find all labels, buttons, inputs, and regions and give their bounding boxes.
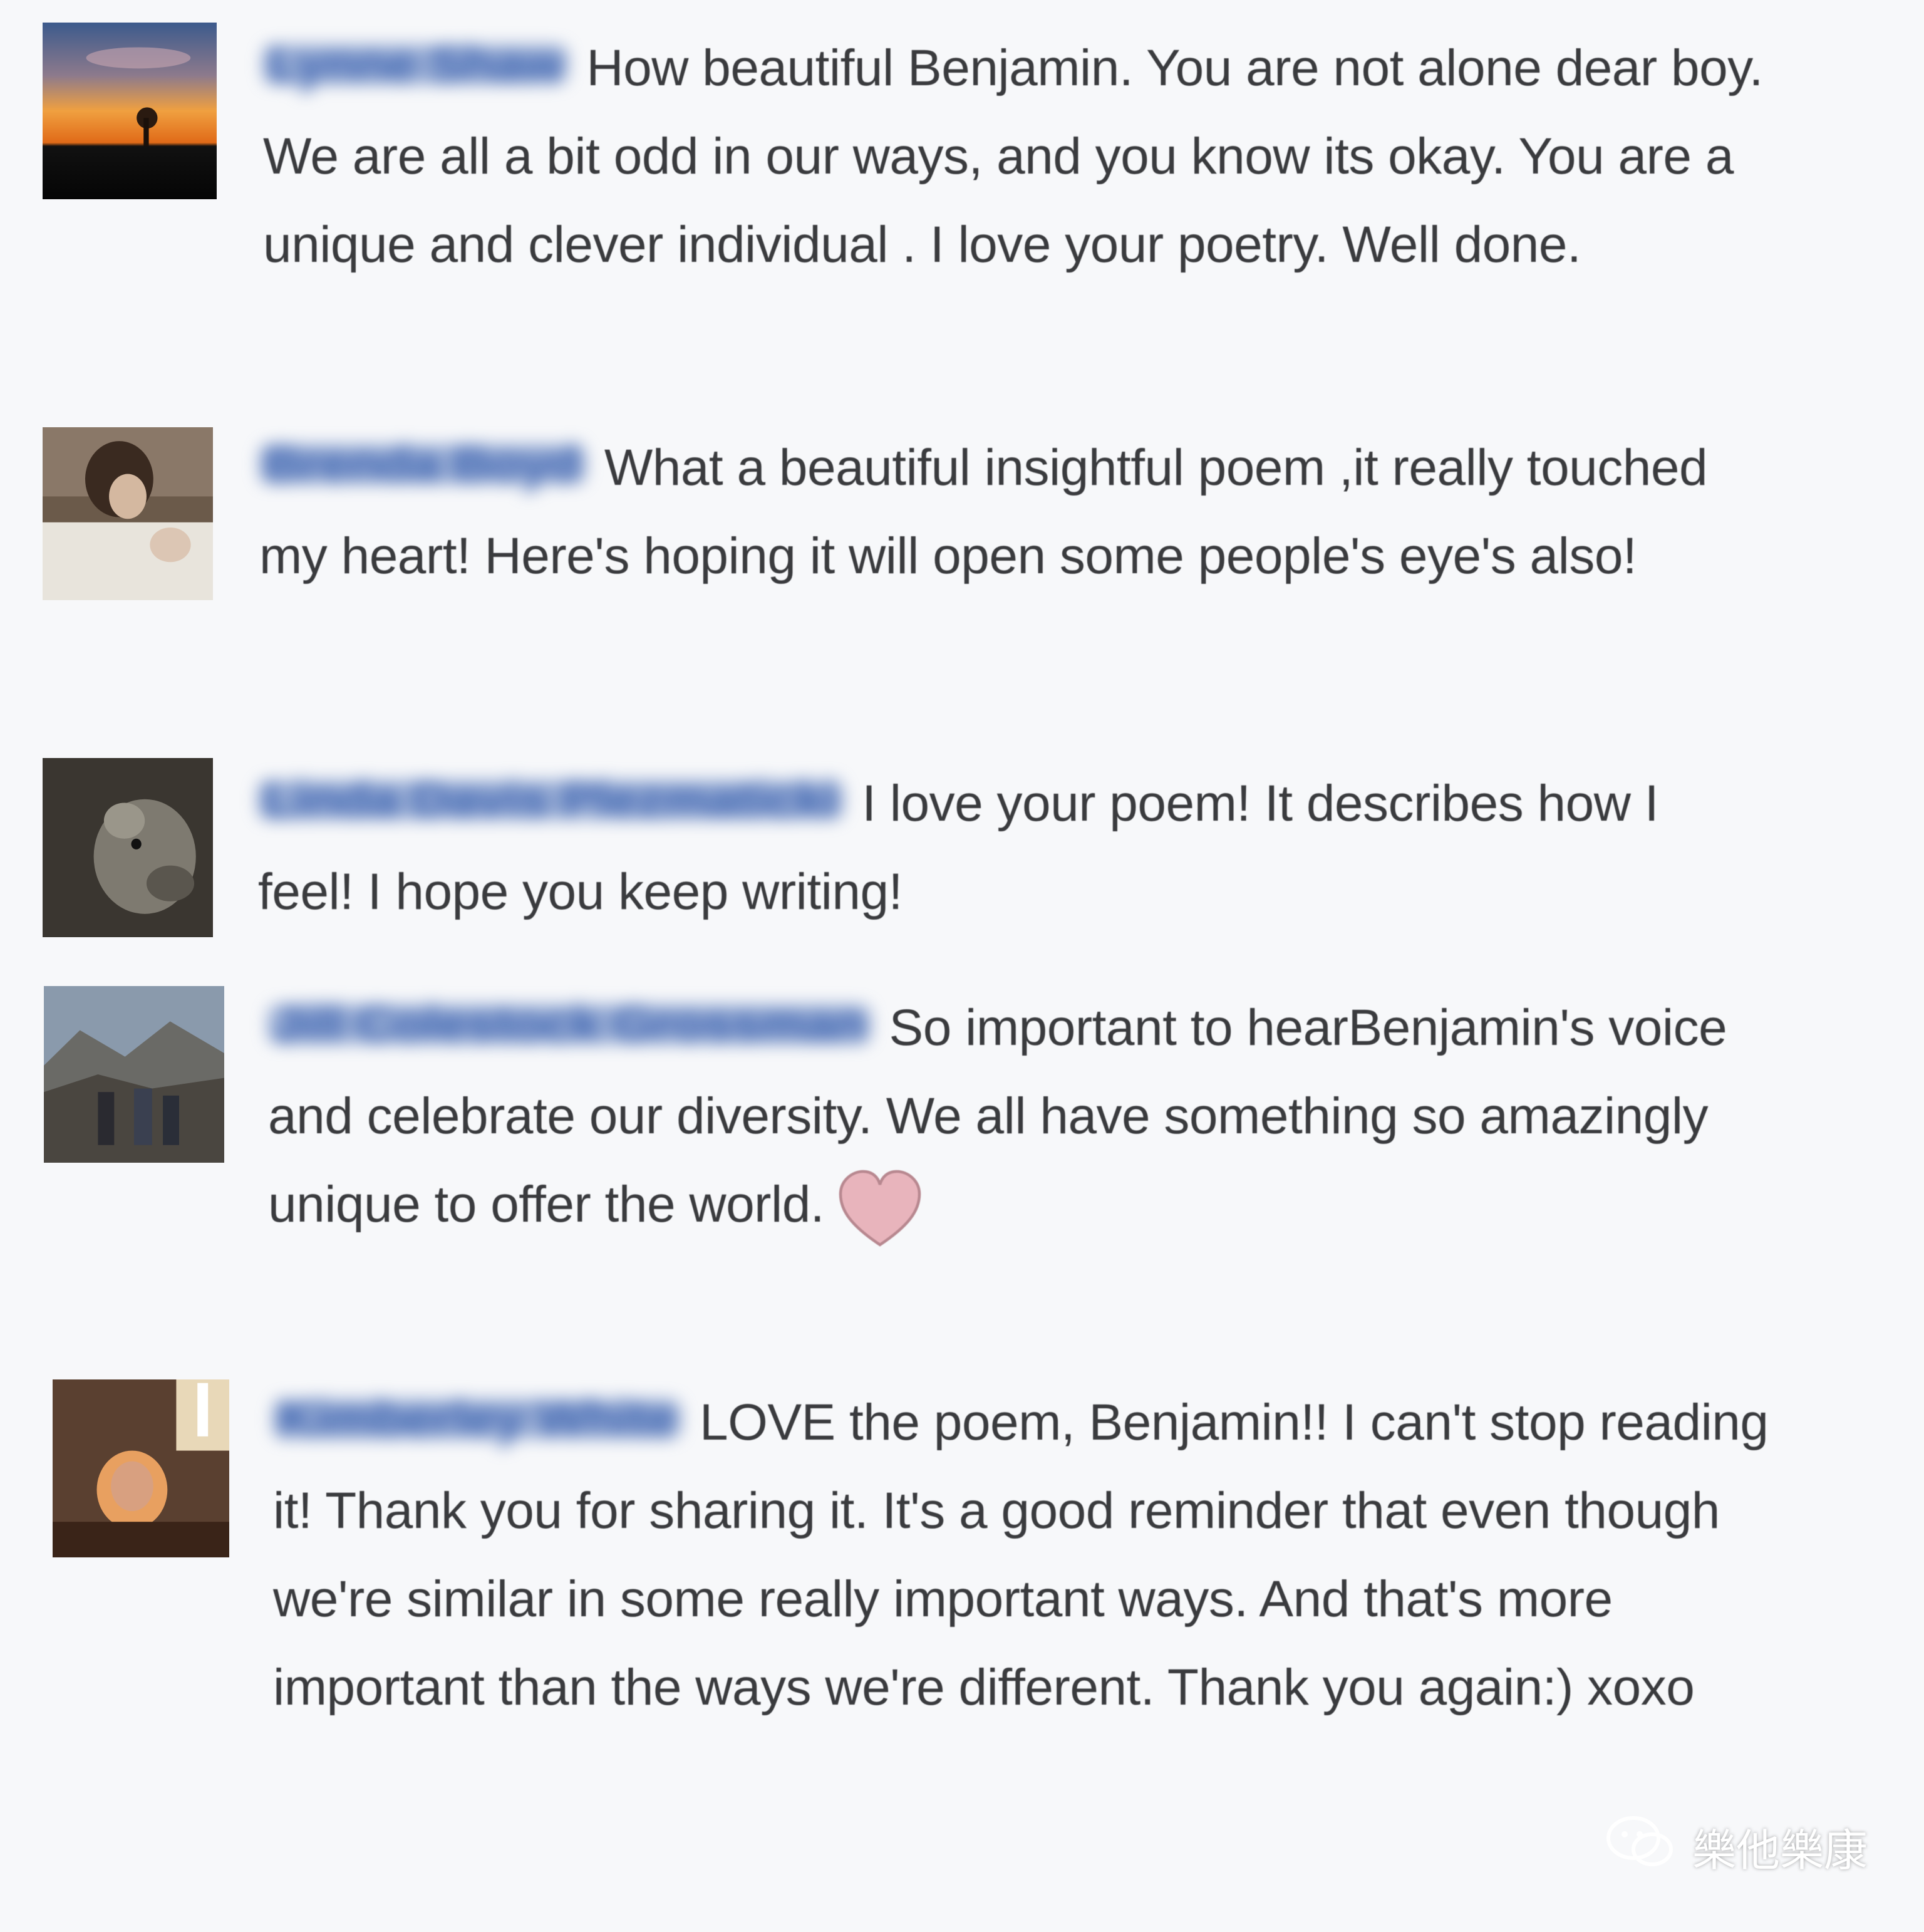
comment-text: Lynne Shaw How beautiful Benjamin. You ar…: [263, 24, 1829, 289]
indoor-portrait-avatar: [53, 1379, 229, 1557]
avatar[interactable]: [53, 1379, 229, 1557]
person-with-baby-avatar: [43, 427, 213, 600]
comment-text: Kimberley White LOVE the poem, Benjamin!!…: [273, 1378, 1789, 1732]
comment-author-link[interactable]: Jill Colestock Grossman: [268, 999, 871, 1050]
watermark: 樂他樂康: [1603, 1810, 1868, 1883]
comment-author-link[interactable]: Kimberley White: [273, 1393, 681, 1445]
sunset-landscape-avatar: [43, 23, 217, 199]
avatar[interactable]: [43, 427, 213, 600]
comment-author-link[interactable]: Linda Davis Plezmaticki: [258, 774, 844, 826]
comment-text: Jill Colestock Grossman So important to h…: [268, 984, 1821, 1256]
mountain-group-avatar: [44, 986, 224, 1163]
comment-author-link[interactable]: Brenda Boyd: [259, 439, 586, 490]
wechat-icon: [1603, 1810, 1678, 1883]
dog-photo-avatar: [43, 758, 213, 937]
avatar[interactable]: [44, 986, 224, 1163]
comment-text: Brenda Boyd What a beautiful insightful p…: [259, 423, 1787, 600]
avatar[interactable]: [43, 758, 213, 937]
avatar[interactable]: [43, 23, 217, 199]
heart-icon: [833, 1162, 927, 1256]
comment-text: Linda Davis Plezmaticki I love your poem!…: [258, 759, 1661, 936]
watermark-label: 樂他樂康: [1692, 1826, 1868, 1875]
comment-author-link[interactable]: Lynne Shaw: [263, 39, 568, 90]
